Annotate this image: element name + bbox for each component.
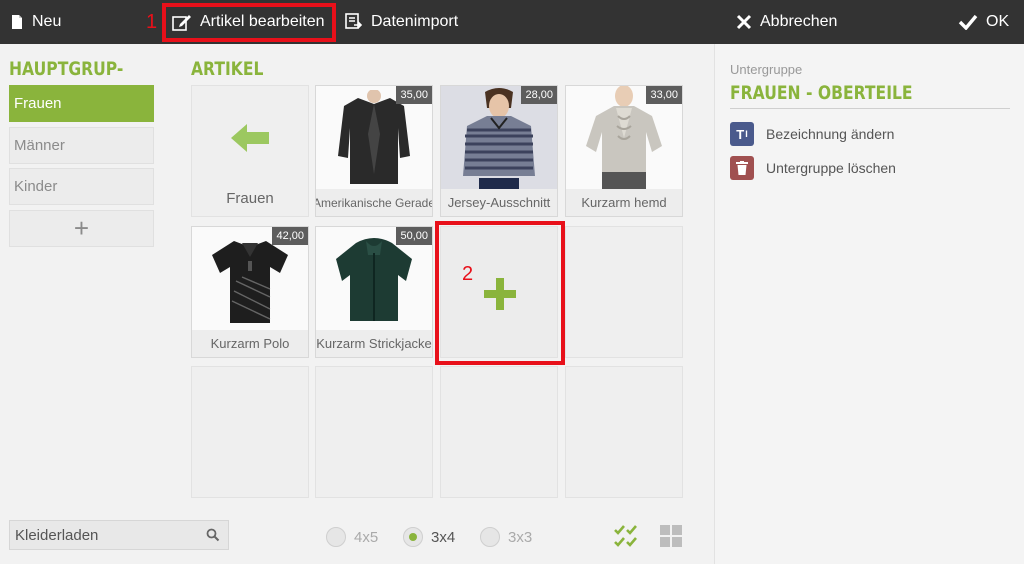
- cancel-button[interactable]: Abbrechen: [736, 0, 837, 44]
- empty-tile: [565, 226, 683, 358]
- article-name: Kurzarm hemd: [566, 189, 682, 216]
- group-item-kinder[interactable]: Kinder: [9, 168, 154, 205]
- search-icon[interactable]: [206, 528, 220, 542]
- article-tile[interactable]: 42,00 Kurzarm Polo: [191, 226, 309, 358]
- articles-heading: Artikel: [191, 58, 264, 80]
- add-group-button[interactable]: +: [9, 210, 154, 247]
- text-edit-icon: TI: [730, 122, 754, 146]
- empty-tile: [565, 366, 683, 498]
- ok-button[interactable]: OK: [958, 0, 1009, 44]
- grid-size-label: 3x4: [431, 528, 456, 546]
- rename-label: Bezeichnung ändern: [766, 126, 895, 142]
- delete-label: Untergruppe löschen: [766, 160, 896, 176]
- article-tile[interactable]: 33,00 Kurzarm hemd: [565, 85, 683, 217]
- data-import-label: Datenimport: [371, 13, 459, 30]
- checkmark-icon: [958, 14, 978, 30]
- article-name: Amerikanische Gerade: [316, 189, 432, 216]
- add-article-tile[interactable]: [440, 226, 558, 358]
- subgroup-panel: Untergruppe Frauen - Oberteile TI Bezeic…: [714, 44, 1024, 564]
- new-document-icon: [12, 15, 22, 29]
- grid-size-4x5[interactable]: 4x5: [326, 527, 378, 547]
- edit-article-label: Artikel bearbeiten: [200, 13, 325, 30]
- back-tile[interactable]: Frauen: [191, 85, 309, 217]
- grid-size-3x3[interactable]: 3x3: [480, 527, 532, 547]
- annotation-number-1: 1: [146, 11, 158, 33]
- article-tile[interactable]: 50,00 Kurzarm Strickjacke: [315, 226, 433, 358]
- group-item-frauen[interactable]: Frauen: [9, 85, 154, 122]
- price-badge: 35,00: [396, 86, 432, 104]
- trash-icon: [730, 156, 754, 180]
- group-label: Kinder: [14, 178, 58, 195]
- back-arrow-icon: [231, 123, 269, 152]
- new-button-label: Neu: [32, 13, 62, 30]
- grid-size-label: 3x3: [508, 528, 533, 546]
- price-badge: 28,00: [521, 86, 557, 104]
- article-name: Kurzarm Polo: [192, 330, 308, 357]
- subgroup-divider: [730, 108, 1010, 109]
- green-plus-icon: [484, 278, 516, 310]
- search-input[interactable]: [15, 526, 195, 544]
- grid-size-3x4[interactable]: 3x4: [403, 527, 455, 547]
- search-box: [9, 520, 229, 550]
- subgroup-label: Untergruppe: [730, 62, 803, 77]
- article-tile[interactable]: 28,00 Jersey-Ausschnitt: [440, 85, 558, 217]
- subgroup-title: Frauen - Oberteile: [730, 82, 913, 104]
- article-name: Kurzarm Strickjacke: [316, 330, 432, 357]
- back-tile-label: Frauen: [226, 190, 274, 207]
- cancel-label: Abbrechen: [760, 13, 838, 30]
- article-name: Jersey-Ausschnitt: [441, 189, 557, 216]
- main-groups-heading: Hauptgrup-: [9, 58, 124, 80]
- grid-view-icon[interactable]: [660, 525, 682, 547]
- edit-article-button[interactable]: Artikel bearbeiten: [172, 0, 325, 44]
- article-tile[interactable]: 35,00 Amerikanische Gerade: [315, 85, 433, 217]
- group-label: Frauen: [14, 95, 62, 112]
- import-icon: [345, 13, 363, 29]
- radio-3x4[interactable]: [403, 527, 423, 547]
- radio-3x3[interactable]: [480, 527, 500, 547]
- rename-subgroup-button[interactable]: TI Bezeichnung ändern: [730, 122, 894, 146]
- price-badge: 33,00: [646, 86, 682, 104]
- multi-select-icon[interactable]: [614, 524, 638, 548]
- ok-label: OK: [986, 13, 1010, 30]
- data-import-button[interactable]: Datenimport: [345, 0, 458, 44]
- new-button[interactable]: Neu: [10, 0, 61, 44]
- radio-4x5[interactable]: [326, 527, 346, 547]
- plus-icon: +: [73, 213, 90, 243]
- back-arrow-area: [192, 86, 308, 189]
- group-item-maenner[interactable]: Männer: [9, 127, 154, 164]
- edit-icon: [172, 15, 191, 31]
- empty-tile: [440, 366, 558, 498]
- delete-subgroup-button[interactable]: Untergruppe löschen: [730, 156, 896, 180]
- price-badge: 50,00: [396, 227, 432, 245]
- empty-tile: [315, 366, 433, 498]
- empty-tile: [191, 366, 309, 498]
- group-label: Männer: [14, 137, 65, 154]
- price-badge: 42,00: [272, 227, 308, 245]
- close-icon: [736, 14, 752, 30]
- annotation-number-2: 2: [462, 263, 474, 285]
- grid-size-label: 4x5: [354, 528, 379, 546]
